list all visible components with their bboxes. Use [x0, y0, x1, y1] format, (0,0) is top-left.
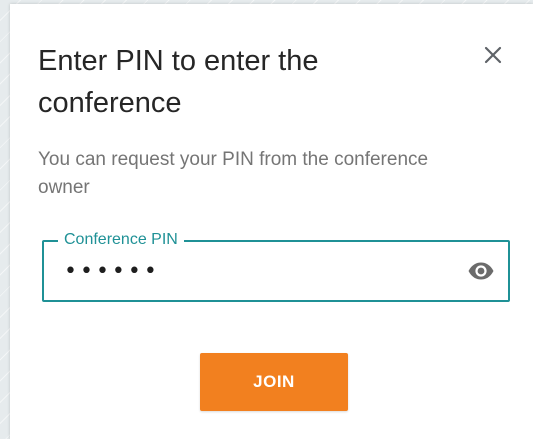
eye-icon — [468, 262, 494, 280]
show-pin-toggle[interactable] — [464, 256, 498, 286]
close-button[interactable] — [478, 40, 508, 70]
dialog-subtitle: You can request your PIN from the confer… — [38, 149, 429, 198]
dialog-title: Enter PIN to enter the conference — [38, 45, 319, 119]
pin-field: Conference PIN — [42, 229, 510, 302]
pin-input[interactable] — [64, 256, 444, 286]
close-icon — [484, 46, 502, 64]
pin-dialog: Enter PIN to enter the conference You ca… — [10, 4, 533, 439]
join-button[interactable]: JOIN — [200, 353, 348, 411]
pin-field-label: Conference PIN — [58, 229, 184, 251]
